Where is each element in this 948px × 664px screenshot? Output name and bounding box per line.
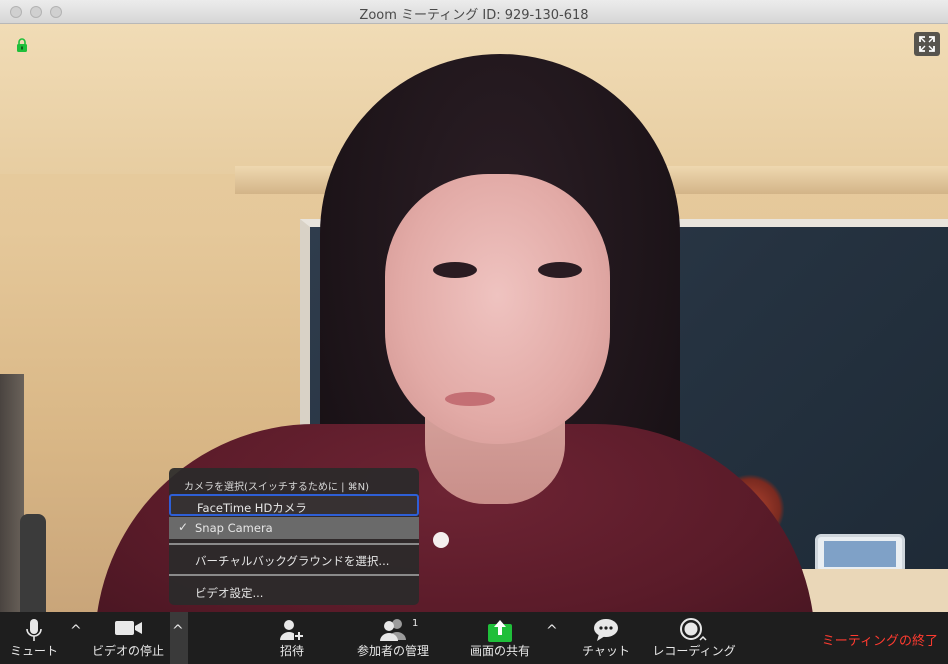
share-options-caret[interactable]: ^ bbox=[544, 612, 562, 664]
chat-button[interactable]: チャット bbox=[578, 612, 634, 664]
fullscreen-button[interactable] bbox=[914, 32, 940, 56]
camera-option-label: Snap Camera bbox=[195, 521, 273, 535]
chat-bubble-icon bbox=[594, 619, 618, 641]
record-icon bbox=[680, 618, 707, 641]
video-settings-item[interactable]: ビデオ設定... bbox=[169, 581, 419, 603]
lock-icon[interactable] bbox=[16, 38, 28, 52]
camera-option-label: FaceTime HDカメラ bbox=[197, 501, 307, 515]
video-options-caret[interactable]: ^ bbox=[170, 612, 188, 664]
fullscreen-icon bbox=[919, 36, 935, 52]
meeting-toolbar: ミュート ^ ビデオの停止 ^ 招待 1 参加者の管理 画面の共有 ^ チャット… bbox=[0, 612, 948, 664]
stop-video-label: ビデオの停止 bbox=[91, 644, 164, 658]
video-feed bbox=[0, 24, 948, 612]
stop-video-button[interactable]: ビデオの停止 bbox=[90, 612, 166, 664]
background-tablet bbox=[815, 534, 905, 574]
video-settings-label: ビデオ設定... bbox=[195, 586, 264, 600]
invite-label: 招待 bbox=[279, 644, 304, 658]
person-right-eye bbox=[538, 262, 582, 278]
camera-option-snap-camera[interactable]: ✓ Snap Camera bbox=[169, 517, 419, 539]
person-necklace bbox=[433, 532, 449, 548]
person-face bbox=[385, 174, 610, 444]
microphone-icon bbox=[26, 619, 42, 641]
window-titlebar: Zoom ミーティング ID: 929-130-618 bbox=[0, 0, 948, 24]
menu-divider bbox=[169, 574, 419, 576]
record-label: レコーディング bbox=[652, 644, 736, 658]
participants-count-badge: 1 bbox=[412, 618, 419, 629]
share-screen-icon bbox=[488, 620, 512, 642]
camera-menu-header: カメラを選択(スイッチするために | ⌘N) bbox=[184, 482, 370, 493]
mute-label: ミュート bbox=[9, 644, 58, 658]
window-title: Zoom ミーティング ID: 929-130-618 bbox=[359, 8, 589, 23]
menu-divider bbox=[169, 543, 419, 545]
invite-button[interactable]: 招待 bbox=[270, 612, 314, 664]
chevron-up-icon: ^ bbox=[546, 623, 558, 639]
video-camera-icon bbox=[115, 621, 142, 635]
manage-participants-button[interactable]: 1 参加者の管理 bbox=[352, 612, 434, 664]
mute-button[interactable]: ミュート bbox=[6, 612, 62, 664]
participants-label: 参加者の管理 bbox=[356, 644, 429, 658]
chat-label: チャット bbox=[582, 644, 630, 658]
participants-icon bbox=[380, 619, 406, 641]
person-left-eye bbox=[433, 262, 477, 278]
choose-virtual-background-item[interactable]: バーチャルバックグラウンドを選択... bbox=[169, 549, 419, 571]
camera-select-menu: カメラを選択(スイッチするために | ⌘N) FaceTime HDカメラ ✓ … bbox=[169, 468, 419, 605]
add-person-icon bbox=[280, 620, 304, 641]
share-screen-button[interactable]: 画面の共有 bbox=[466, 612, 534, 664]
chevron-up-icon: ^ bbox=[70, 623, 82, 639]
background-shelf bbox=[790, 569, 948, 612]
background-chair bbox=[20, 514, 46, 612]
checkmark-icon: ✓ bbox=[178, 520, 189, 534]
audio-options-caret[interactable]: ^ bbox=[68, 612, 86, 664]
chevron-up-icon: ^ bbox=[172, 623, 184, 639]
share-screen-label: 画面の共有 bbox=[469, 644, 530, 658]
record-button[interactable]: レコーディング bbox=[652, 612, 736, 664]
end-meeting-button[interactable]: ミーティングの終了 bbox=[822, 630, 938, 649]
person-mouth bbox=[445, 392, 495, 406]
virtual-background-label: バーチャルバックグラウンドを選択... bbox=[195, 554, 390, 568]
camera-option-facetime[interactable]: FaceTime HDカメラ bbox=[169, 494, 419, 516]
